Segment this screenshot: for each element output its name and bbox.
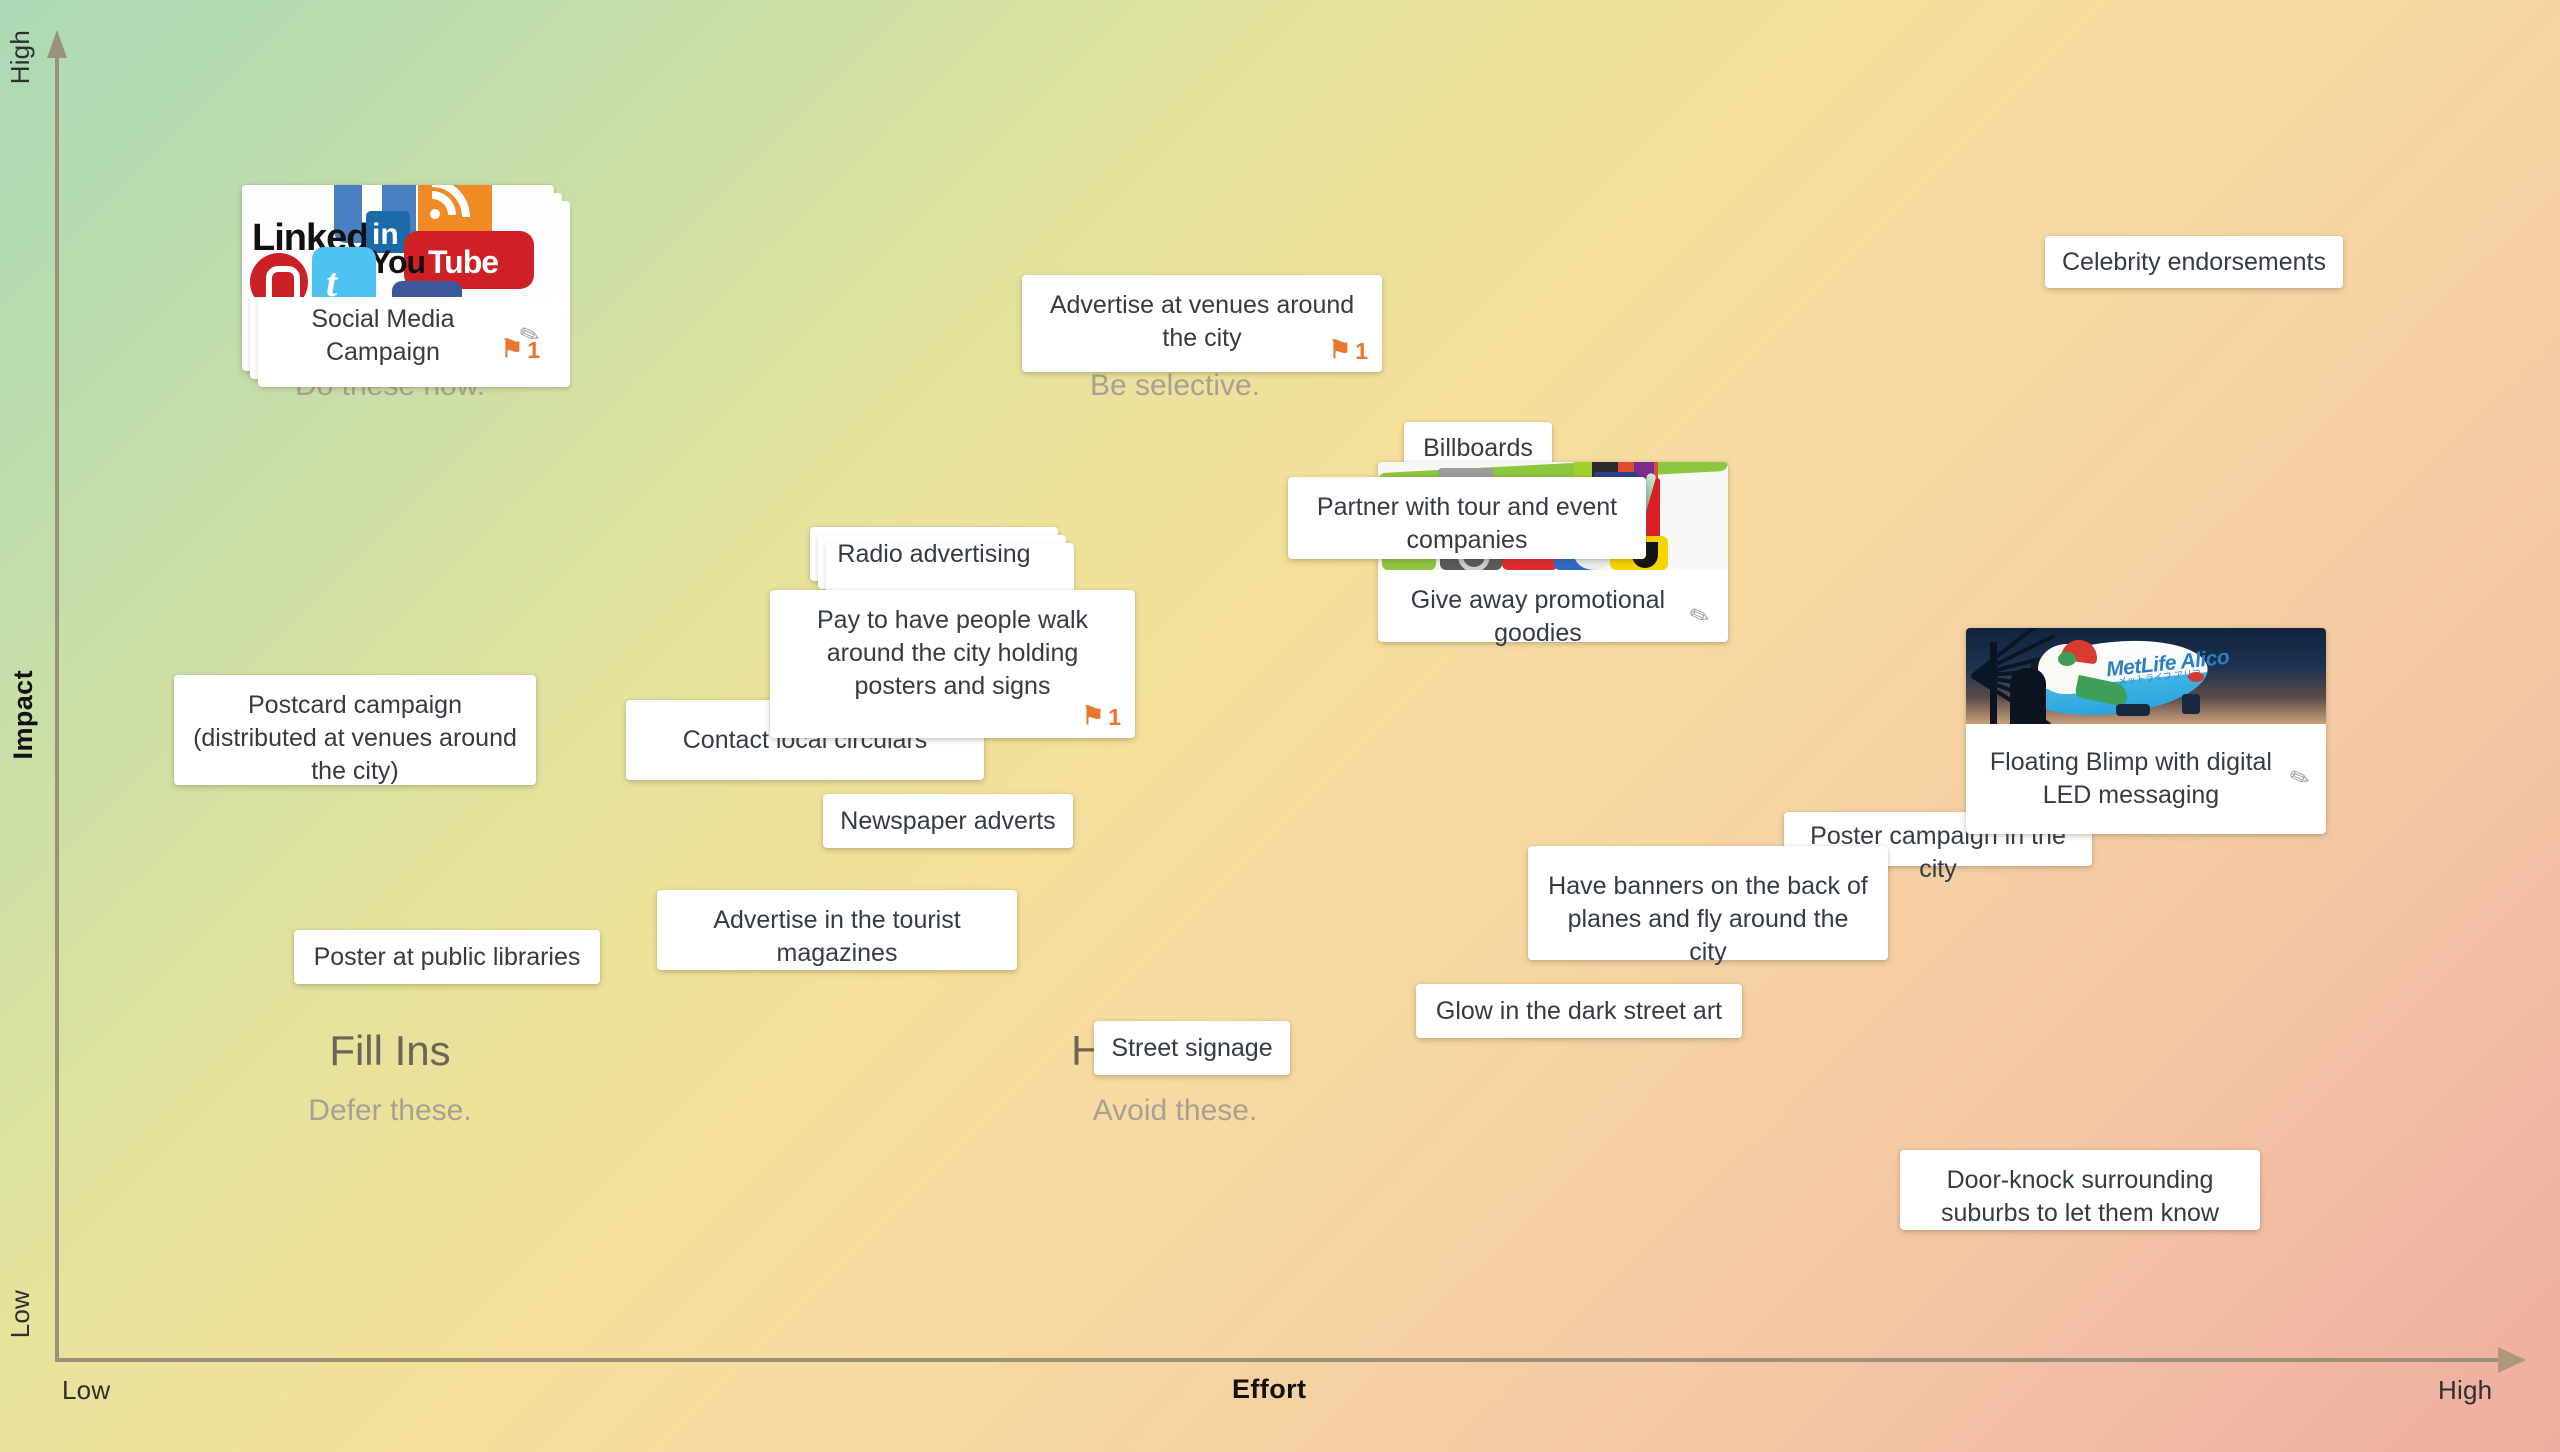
card-label: Postcard campaign (distributed at venues…	[193, 691, 517, 785]
card-pay-people-walk-posters[interactable]: Pay to have people walk around the city …	[770, 590, 1135, 738]
card-social-media-campaign[interactable]: Linked in You Tube t Social Media Campaig…	[242, 185, 570, 387]
blimp-photo-image: MetLife Alico メットライフ アリコ	[1966, 628, 2326, 724]
x-axis-line	[55, 1358, 2500, 1362]
card-footer: ⚑ 1	[770, 702, 1135, 738]
card-radio-advertising[interactable]: Radio advertising	[810, 527, 1074, 597]
flag-badge: ⚑ 1	[1329, 336, 1368, 366]
card-label: Floating Blimp with digital LED messagin…	[1989, 748, 2272, 809]
card-footer: ⚑ 1	[242, 337, 554, 371]
card-glow-dark-street-art[interactable]: Glow in the dark street art	[1416, 984, 1742, 1038]
card-label: Have banners on the back of planes and f…	[1548, 872, 1868, 966]
flag-count: 1	[1355, 337, 1368, 364]
x-axis-title: Effort	[1232, 1374, 1307, 1404]
card-floating-blimp[interactable]: MetLife Alico メットライフ アリコ Floating Blimp …	[1966, 628, 2326, 834]
card-label: Newspaper adverts	[840, 806, 1056, 835]
card-label: Pay to have people walk around the city …	[816, 606, 1088, 700]
x-axis-high-label: High	[2438, 1375, 2493, 1405]
y-axis-line	[55, 55, 59, 1360]
y-axis-arrow-icon	[47, 30, 67, 58]
card-label: Door-knock surrounding suburbs to let th…	[1941, 1166, 2219, 1227]
card-label: Street signage	[1111, 1033, 1273, 1062]
quadrant-subtitle: Defer these.	[308, 1094, 472, 1127]
quadrant-title: Fill Ins	[329, 1027, 451, 1074]
x-axis-low-label: Low	[62, 1375, 111, 1405]
impact-effort-matrix-board: High Low Low High Impact Effort Quick Wi…	[0, 0, 2560, 1452]
x-axis-arrow-icon	[2498, 1347, 2526, 1373]
y-axis-high-label: High	[5, 30, 35, 85]
card-postcard-campaign[interactable]: Postcard campaign (distributed at venues…	[174, 675, 536, 785]
paperclip-icon: ✎	[2285, 762, 2314, 795]
card-door-knock-suburbs[interactable]: Door-knock surrounding suburbs to let th…	[1900, 1150, 2260, 1230]
card-label: Poster at public libraries	[313, 942, 581, 971]
card-newspaper-adverts[interactable]: Newspaper adverts	[823, 794, 1073, 848]
card-label: Celebrity endorsements	[2061, 247, 2326, 276]
card-label: Partner with tour and event companies	[1316, 493, 1618, 554]
y-axis-title: Impact	[8, 670, 38, 760]
card-footer: ⚑ 1	[1022, 338, 1382, 372]
flag-icon: ⚑	[1081, 702, 1105, 731]
flag-icon: ⚑	[500, 335, 524, 364]
y-axis-low-label: Low	[5, 1290, 35, 1339]
flag-count: 1	[1108, 703, 1121, 730]
card-label: Social Media Campaign	[311, 305, 455, 366]
flag-badge: ⚑ 1	[1082, 702, 1121, 732]
quadrant-subtitle: Avoid these.	[1092, 1094, 1258, 1127]
card-label: Advertise in the tourist magazines	[713, 906, 961, 967]
card-label: Radio advertising	[837, 539, 1031, 568]
flag-badge: ⚑ 1	[501, 335, 540, 365]
card-label: Glow in the dark street art	[1435, 996, 1723, 1025]
quadrant-fill-ins: Fill Ins Defer these.	[160, 1030, 620, 1126]
card-label: Billboards	[1423, 434, 1533, 462]
card-advertise-tourist-magazines[interactable]: Advertise in the tourist magazines	[657, 890, 1017, 970]
social-media-logos-image: Linked in You Tube t	[242, 185, 554, 297]
flag-count: 1	[527, 336, 540, 363]
flag-icon: ⚑	[1328, 336, 1352, 365]
card-label: Advertise at venues around the city	[1049, 291, 1355, 352]
card-street-signage[interactable]: Street signage	[1094, 1021, 1290, 1075]
card-advertise-at-venues[interactable]: Advertise at venues around the city ⚑ 1	[1022, 275, 1382, 372]
quadrant-subtitle: Be selective.	[1089, 369, 1261, 402]
card-banners-planes[interactable]: Have banners on the back of planes and f…	[1528, 846, 1888, 966]
card-partner-tour-event[interactable]: Partner with tour and event companies	[1288, 477, 1646, 559]
paperclip-icon: ✎	[1685, 600, 1714, 633]
card-poster-public-libraries[interactable]: Poster at public libraries	[294, 930, 600, 984]
card-celebrity-endorsements[interactable]: Celebrity endorsements	[2045, 236, 2343, 288]
card-label: Give away promotional goodies	[1410, 586, 1666, 647]
